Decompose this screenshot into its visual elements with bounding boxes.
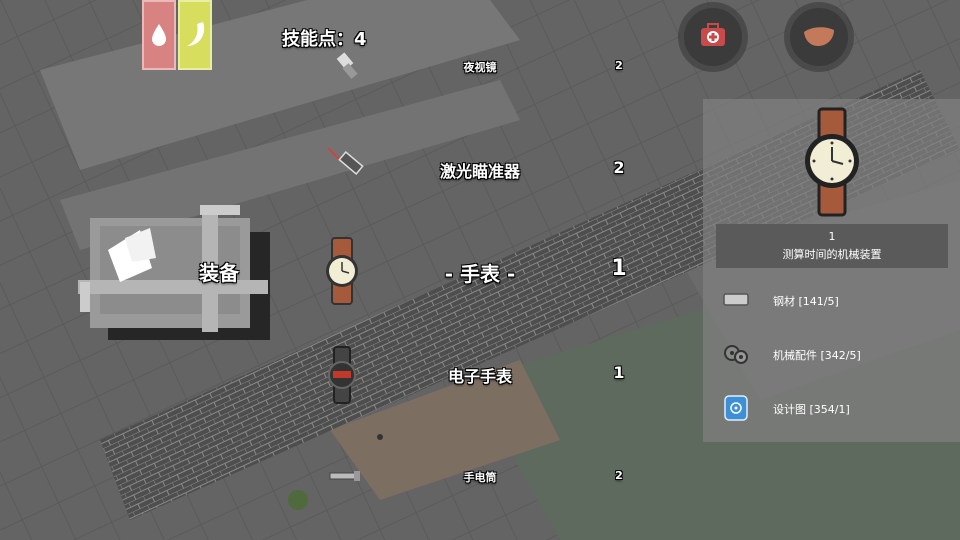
- craft-item-digital-watch[interactable]: 电子手表 1: [300, 346, 660, 404]
- watch-icon: [326, 237, 358, 305]
- craft-item-laser-sight[interactable]: 激光瞄准器 2: [300, 148, 660, 188]
- craft-item-flashlight[interactable]: 手电筒 2: [300, 456, 660, 496]
- blueprint-icon: [724, 395, 748, 421]
- leather-button[interactable]: [786, 4, 852, 70]
- laser-sight-icon: [326, 148, 364, 175]
- banana-icon: [187, 22, 205, 46]
- digital-watch-icon: [328, 346, 356, 404]
- flashlight-icon: [329, 471, 360, 481]
- item-detail-panel: 1 测算时间的机械装置 钢材 [141/5] 机械配件 [342/5] 设计图 …: [703, 99, 960, 442]
- craft-item-night-vision[interactable]: 夜视镜 2: [300, 46, 660, 86]
- medkit-icon: [701, 23, 725, 46]
- food-status-bar: [178, 0, 212, 70]
- material-mechanical-parts: 机械配件 [342/5]: [721, 339, 941, 369]
- material-steel: 钢材 [141/5]: [721, 285, 941, 315]
- night-vision-icon: [336, 52, 358, 79]
- equipment-label: 装备: [199, 261, 239, 285]
- water-drop-icon: [152, 24, 166, 46]
- craft-item-watch-selected[interactable]: - 手表 - 1: [300, 237, 660, 305]
- item-description-box: 1 测算时间的机械装置: [716, 224, 948, 268]
- water-status-bar: [142, 0, 176, 70]
- item-quantity: 1: [828, 230, 836, 243]
- leather-icon: [804, 27, 834, 46]
- item-description: 测算时间的机械装置: [782, 248, 882, 261]
- mechanical-parts-icon: [724, 345, 748, 364]
- steel-icon: [723, 293, 749, 306]
- medkit-button[interactable]: [680, 4, 746, 70]
- watch-large-icon: [805, 107, 859, 217]
- material-blueprint: 设计图 [354/1]: [721, 393, 941, 423]
